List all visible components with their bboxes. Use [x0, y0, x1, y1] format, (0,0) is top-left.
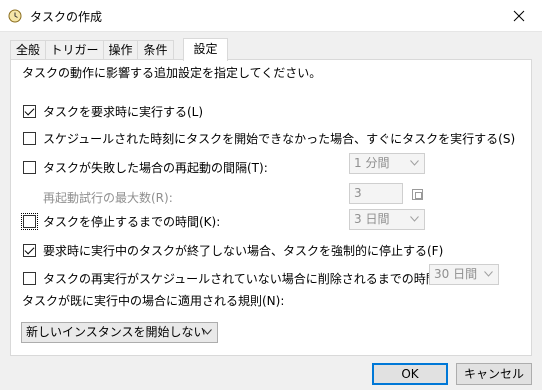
spinner-icon[interactable] [412, 189, 423, 200]
chevron-down-icon [410, 216, 419, 222]
delete-duration-value: 30 日間 [434, 267, 478, 281]
run-on-demand-checkbox[interactable] [23, 105, 36, 118]
ok-button[interactable]: OK [372, 363, 448, 385]
tab-general[interactable]: 全般 [10, 40, 46, 60]
run-on-demand-label: タスクを要求時に実行する(L) [43, 105, 204, 119]
run-after-missed-label: スケジュールされた時刻にタスクを開始できなかった場合、すぐにタスクを実行する(S… [43, 132, 516, 146]
tab-conditions[interactable]: 条件 [137, 40, 174, 60]
task-create-dialog: タスクの作成 全般 トリガー 操作 条件 設定 タスクの動作に影響する追加設定を… [0, 0, 542, 390]
stop-if-runs-longer-label: タスクを停止するまでの時間(K): [43, 215, 221, 229]
window-title: タスクの作成 [30, 10, 103, 24]
rule-value: 新しいインスタンスを開始しない [26, 325, 206, 339]
chevron-down-icon [203, 329, 212, 335]
max-restarts-value: 3 [354, 186, 362, 200]
restart-interval-select[interactable]: 1 分間 [349, 153, 425, 174]
restart-interval-value: 1 分間 [354, 156, 390, 170]
cancel-button[interactable]: キャンセル [456, 363, 532, 385]
tab-triggers[interactable]: トリガー [45, 40, 104, 60]
stop-duration-select[interactable]: 3 日間 [349, 209, 425, 230]
chevron-down-icon [410, 160, 419, 166]
max-restarts-input[interactable]: 3 [349, 183, 403, 204]
max-restarts-label: 再起動試行の最大数(R): [43, 191, 173, 205]
run-after-missed-checkbox[interactable] [23, 132, 36, 145]
stop-duration-value: 3 日間 [354, 212, 390, 226]
force-stop-label: 要求時に実行中のタスクが終了しない場合、タスクを強制的に停止する(F) [43, 244, 444, 258]
close-icon [513, 10, 525, 22]
rule-select[interactable]: 新しいインスタンスを開始しない [21, 322, 218, 343]
restart-on-failure-checkbox[interactable] [23, 161, 36, 174]
stop-if-runs-longer-checkbox[interactable] [21, 213, 38, 230]
tab-actions[interactable]: 操作 [103, 40, 138, 60]
chevron-down-icon [484, 271, 493, 277]
rule-label: タスクが既に実行中の場合に適用される規則(N): [22, 294, 285, 308]
force-stop-checkbox[interactable] [23, 244, 36, 257]
tab-settings[interactable]: 設定 [183, 38, 228, 61]
settings-panel: タスクの動作に影響する追加設定を指定してください。 タスクを要求時に実行する(L… [10, 59, 532, 356]
delete-duration-select[interactable]: 30 日間 [429, 264, 499, 285]
title-bar: タスクの作成 [0, 0, 542, 32]
close-button[interactable] [496, 0, 542, 32]
clock-icon [8, 9, 22, 23]
restart-on-failure-label: タスクが失敗した場合の再起動の間隔(T): [43, 161, 268, 175]
settings-intro: タスクの動作に影響する追加設定を指定してください。 [22, 66, 322, 80]
delete-if-not-scheduled-checkbox[interactable] [23, 272, 36, 285]
delete-if-not-scheduled-label: タスクの再実行がスケジュールされていない場合に削除されるまでの時間(D): [43, 272, 461, 286]
